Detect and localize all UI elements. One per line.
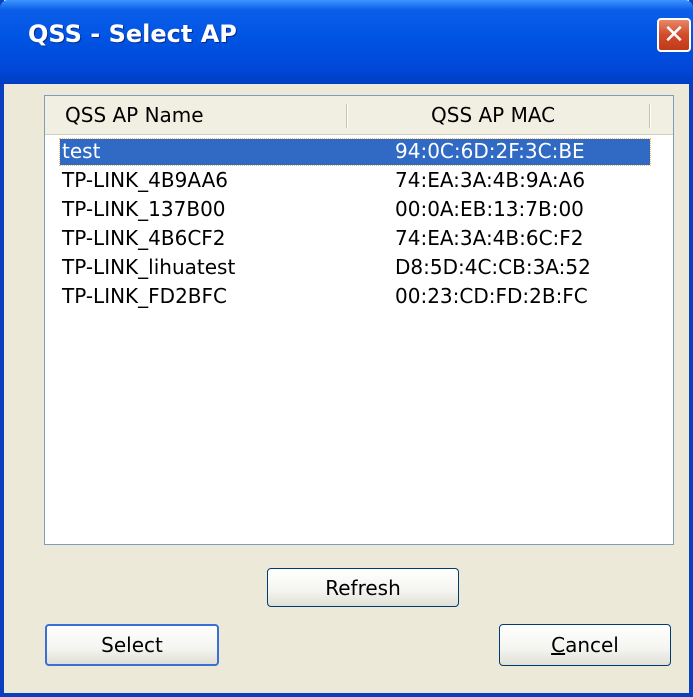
ap-name: test [62, 139, 101, 163]
ap-mac: 74:EA:3A:4B:9A:A6 [395, 168, 586, 192]
ap-mac: 00:23:CD:FD:2B:FC [395, 284, 588, 308]
ap-mac: 94:0C:6D:2F:3C:BE [395, 139, 585, 163]
refresh-button[interactable]: Refresh [267, 568, 459, 607]
ap-name: TP-LINK_4B6CF2 [62, 226, 226, 250]
cancel-label-rest: ancel [565, 633, 619, 657]
close-button[interactable]: ✕ [657, 18, 691, 52]
select-button[interactable]: Select [45, 624, 219, 666]
select-label: Select [101, 633, 163, 657]
cancel-label: Cancel [551, 633, 619, 657]
list-header: QSS AP Name QSS AP MAC [45, 96, 673, 135]
ap-mac: 00:0A:EB:13:7B:00 [395, 197, 584, 221]
list-row[interactable]: test 94:0C:6D:2F:3C:BE [45, 137, 673, 166]
list-rows: test 94:0C:6D:2F:3C:BE TP-LINK_4B9AA6 74… [45, 137, 673, 311]
column-divider[interactable] [346, 104, 348, 128]
close-icon: ✕ [663, 20, 685, 50]
ap-list[interactable]: QSS AP Name QSS AP MAC test 94:0C:6D:2F:… [44, 95, 674, 545]
title-bar[interactable]: QSS - Select AP ✕ [0, 0, 693, 84]
list-row[interactable]: TP-LINK_4B9AA6 74:EA:3A:4B:9A:A6 [45, 166, 673, 195]
ap-name: TP-LINK_4B9AA6 [62, 168, 228, 192]
ap-mac: 74:EA:3A:4B:6C:F2 [395, 226, 584, 250]
list-row[interactable]: TP-LINK_137B00 00:0A:EB:13:7B:00 [45, 195, 673, 224]
refresh-label: Refresh [325, 575, 401, 600]
window-title: QSS - Select AP [28, 20, 237, 48]
cancel-button[interactable]: Cancel [499, 624, 671, 666]
dialog-window: QSS - Select AP ✕ QSS AP Name QSS AP MAC… [0, 0, 693, 697]
list-row[interactable]: TP-LINK_lihuatest D8:5D:4C:CB:3A:52 [45, 253, 673, 282]
column-divider[interactable] [649, 104, 651, 128]
ap-name: TP-LINK_FD2BFC [62, 284, 227, 308]
list-row[interactable]: TP-LINK_FD2BFC 00:23:CD:FD:2B:FC [45, 282, 673, 311]
ap-mac: D8:5D:4C:CB:3A:52 [395, 255, 591, 279]
column-header-ap-mac[interactable]: QSS AP MAC [431, 96, 555, 134]
ap-name: TP-LINK_137B00 [62, 197, 226, 221]
ap-name: TP-LINK_lihuatest [62, 255, 236, 279]
cancel-mnemonic: C [551, 633, 566, 657]
list-row[interactable]: TP-LINK_4B6CF2 74:EA:3A:4B:6C:F2 [45, 224, 673, 253]
column-header-ap-name[interactable]: QSS AP Name [65, 96, 204, 134]
